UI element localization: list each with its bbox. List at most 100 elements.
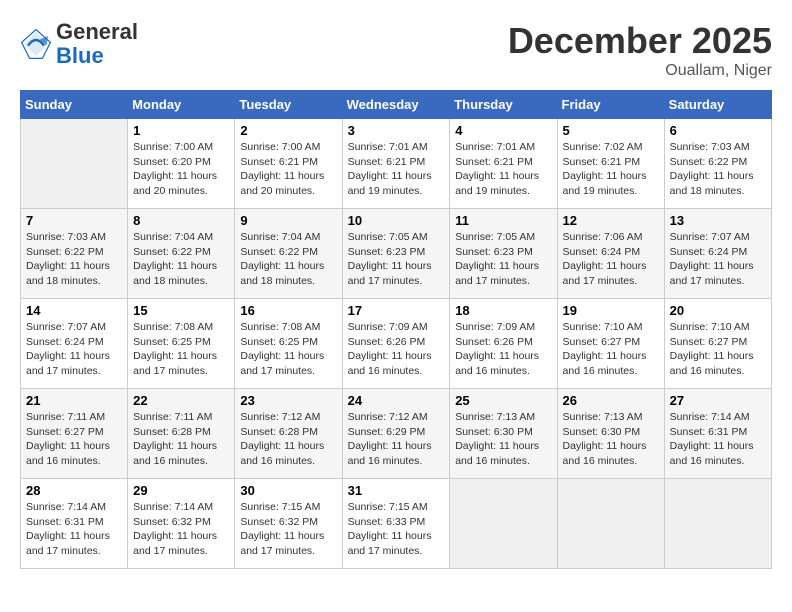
day-info: Sunrise: 7:03 AMSunset: 6:22 PMDaylight:… [26,231,110,287]
calendar-cell: 6 Sunrise: 7:03 AMSunset: 6:22 PMDayligh… [664,119,771,209]
day-info: Sunrise: 7:02 AMSunset: 6:21 PMDaylight:… [563,141,647,197]
day-number: 12 [563,213,659,228]
day-info: Sunrise: 7:14 AMSunset: 6:31 PMDaylight:… [26,501,110,557]
day-info: Sunrise: 7:09 AMSunset: 6:26 PMDaylight:… [348,321,432,377]
calendar-cell [21,119,128,209]
day-info: Sunrise: 7:15 AMSunset: 6:32 PMDaylight:… [240,501,324,557]
calendar-cell: 2 Sunrise: 7:00 AMSunset: 6:21 PMDayligh… [235,119,342,209]
calendar-cell: 4 Sunrise: 7:01 AMSunset: 6:21 PMDayligh… [450,119,557,209]
header-day-friday: Friday [557,91,664,119]
header-day-wednesday: Wednesday [342,91,450,119]
day-number: 28 [26,483,122,498]
day-number: 15 [133,303,229,318]
day-info: Sunrise: 7:10 AMSunset: 6:27 PMDaylight:… [670,321,754,377]
day-number: 16 [240,303,336,318]
day-number: 11 [455,213,551,228]
day-info: Sunrise: 7:11 AMSunset: 6:28 PMDaylight:… [133,411,217,467]
calendar-cell: 20 Sunrise: 7:10 AMSunset: 6:27 PMDaylig… [664,299,771,389]
location: Ouallam, Niger [508,62,772,80]
calendar-cell: 3 Sunrise: 7:01 AMSunset: 6:21 PMDayligh… [342,119,450,209]
day-info: Sunrise: 7:04 AMSunset: 6:22 PMDaylight:… [133,231,217,287]
day-info: Sunrise: 7:10 AMSunset: 6:27 PMDaylight:… [563,321,647,377]
day-info: Sunrise: 7:03 AMSunset: 6:22 PMDaylight:… [670,141,754,197]
day-info: Sunrise: 7:13 AMSunset: 6:30 PMDaylight:… [563,411,647,467]
logo-blue-text: Blue [56,43,104,68]
header-day-monday: Monday [128,91,235,119]
calendar-body: 1 Sunrise: 7:00 AMSunset: 6:20 PMDayligh… [21,119,772,569]
day-info: Sunrise: 7:00 AMSunset: 6:20 PMDaylight:… [133,141,217,197]
day-number: 2 [240,123,336,138]
day-number: 19 [563,303,659,318]
day-number: 10 [348,213,445,228]
day-info: Sunrise: 7:06 AMSunset: 6:24 PMDaylight:… [563,231,647,287]
calendar-cell: 22 Sunrise: 7:11 AMSunset: 6:28 PMDaylig… [128,389,235,479]
day-number: 21 [26,393,122,408]
calendar-cell: 13 Sunrise: 7:07 AMSunset: 6:24 PMDaylig… [664,209,771,299]
day-number: 17 [348,303,445,318]
logo-general-text: General [56,19,138,44]
day-info: Sunrise: 7:01 AMSunset: 6:21 PMDaylight:… [455,141,539,197]
page-header: General Blue December 2025 Ouallam, Nige… [20,20,772,80]
day-number: 25 [455,393,551,408]
calendar-table: SundayMondayTuesdayWednesdayThursdayFrid… [20,90,772,569]
day-info: Sunrise: 7:08 AMSunset: 6:25 PMDaylight:… [240,321,324,377]
logo-icon [20,28,52,60]
day-info: Sunrise: 7:12 AMSunset: 6:28 PMDaylight:… [240,411,324,467]
calendar-cell [664,479,771,569]
calendar-cell: 26 Sunrise: 7:13 AMSunset: 6:30 PMDaylig… [557,389,664,479]
day-info: Sunrise: 7:09 AMSunset: 6:26 PMDaylight:… [455,321,539,377]
day-info: Sunrise: 7:05 AMSunset: 6:23 PMDaylight:… [348,231,432,287]
calendar-cell: 7 Sunrise: 7:03 AMSunset: 6:22 PMDayligh… [21,209,128,299]
day-number: 8 [133,213,229,228]
month-title: December 2025 [508,20,772,62]
day-number: 24 [348,393,445,408]
day-info: Sunrise: 7:14 AMSunset: 6:32 PMDaylight:… [133,501,217,557]
day-number: 18 [455,303,551,318]
day-info: Sunrise: 7:15 AMSunset: 6:33 PMDaylight:… [348,501,432,557]
week-row-1: 1 Sunrise: 7:00 AMSunset: 6:20 PMDayligh… [21,119,772,209]
calendar-cell: 23 Sunrise: 7:12 AMSunset: 6:28 PMDaylig… [235,389,342,479]
calendar-cell: 28 Sunrise: 7:14 AMSunset: 6:31 PMDaylig… [21,479,128,569]
calendar-cell: 14 Sunrise: 7:07 AMSunset: 6:24 PMDaylig… [21,299,128,389]
calendar-cell: 9 Sunrise: 7:04 AMSunset: 6:22 PMDayligh… [235,209,342,299]
week-row-2: 7 Sunrise: 7:03 AMSunset: 6:22 PMDayligh… [21,209,772,299]
day-info: Sunrise: 7:00 AMSunset: 6:21 PMDaylight:… [240,141,324,197]
title-area: December 2025 Ouallam, Niger [508,20,772,80]
header-day-saturday: Saturday [664,91,771,119]
week-row-3: 14 Sunrise: 7:07 AMSunset: 6:24 PMDaylig… [21,299,772,389]
day-info: Sunrise: 7:13 AMSunset: 6:30 PMDaylight:… [455,411,539,467]
calendar-cell: 17 Sunrise: 7:09 AMSunset: 6:26 PMDaylig… [342,299,450,389]
calendar-cell: 24 Sunrise: 7:12 AMSunset: 6:29 PMDaylig… [342,389,450,479]
day-info: Sunrise: 7:07 AMSunset: 6:24 PMDaylight:… [670,231,754,287]
calendar-cell: 25 Sunrise: 7:13 AMSunset: 6:30 PMDaylig… [450,389,557,479]
calendar-cell: 12 Sunrise: 7:06 AMSunset: 6:24 PMDaylig… [557,209,664,299]
day-number: 30 [240,483,336,498]
day-number: 6 [670,123,766,138]
calendar-cell: 5 Sunrise: 7:02 AMSunset: 6:21 PMDayligh… [557,119,664,209]
header-day-thursday: Thursday [450,91,557,119]
day-info: Sunrise: 7:08 AMSunset: 6:25 PMDaylight:… [133,321,217,377]
day-number: 31 [348,483,445,498]
day-number: 22 [133,393,229,408]
day-number: 4 [455,123,551,138]
day-number: 5 [563,123,659,138]
calendar-cell: 10 Sunrise: 7:05 AMSunset: 6:23 PMDaylig… [342,209,450,299]
calendar-cell: 8 Sunrise: 7:04 AMSunset: 6:22 PMDayligh… [128,209,235,299]
day-number: 3 [348,123,445,138]
day-number: 20 [670,303,766,318]
day-number: 23 [240,393,336,408]
week-row-5: 28 Sunrise: 7:14 AMSunset: 6:31 PMDaylig… [21,479,772,569]
calendar-cell: 1 Sunrise: 7:00 AMSunset: 6:20 PMDayligh… [128,119,235,209]
day-number: 14 [26,303,122,318]
calendar-cell: 21 Sunrise: 7:11 AMSunset: 6:27 PMDaylig… [21,389,128,479]
logo: General Blue [20,20,138,68]
header-row: SundayMondayTuesdayWednesdayThursdayFrid… [21,91,772,119]
week-row-4: 21 Sunrise: 7:11 AMSunset: 6:27 PMDaylig… [21,389,772,479]
day-info: Sunrise: 7:05 AMSunset: 6:23 PMDaylight:… [455,231,539,287]
calendar-cell: 19 Sunrise: 7:10 AMSunset: 6:27 PMDaylig… [557,299,664,389]
day-info: Sunrise: 7:12 AMSunset: 6:29 PMDaylight:… [348,411,432,467]
header-day-tuesday: Tuesday [235,91,342,119]
day-info: Sunrise: 7:01 AMSunset: 6:21 PMDaylight:… [348,141,432,197]
header-day-sunday: Sunday [21,91,128,119]
calendar-cell: 30 Sunrise: 7:15 AMSunset: 6:32 PMDaylig… [235,479,342,569]
